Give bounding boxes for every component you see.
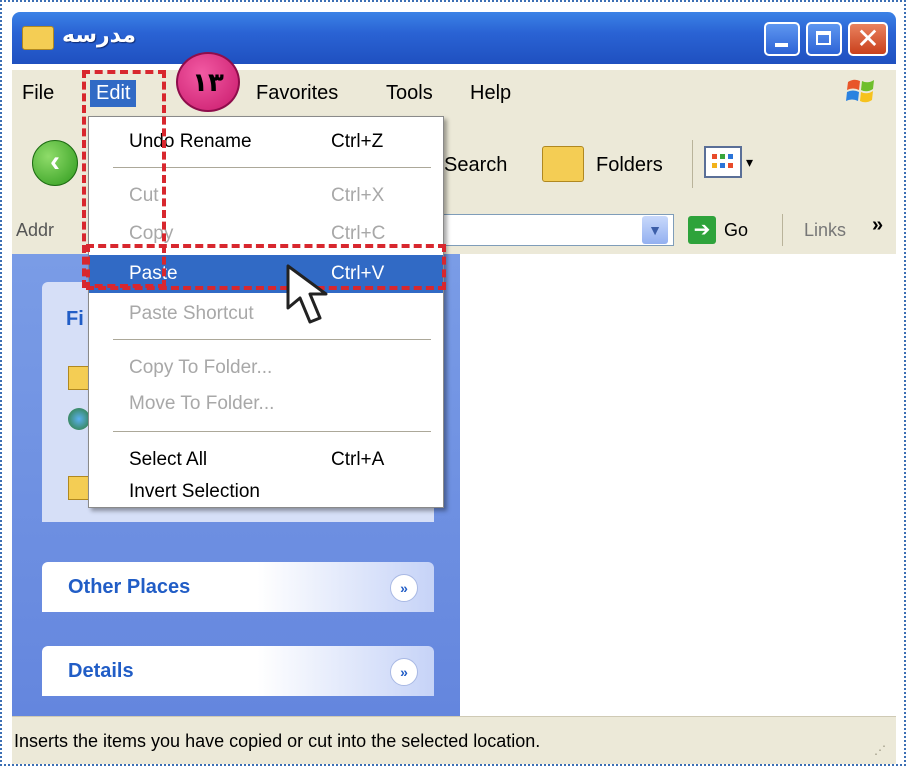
step-number-badge: ۱۳ <box>176 52 240 112</box>
close-icon: ✕ <box>856 23 880 54</box>
status-bar: Inserts the items you have copied or cut… <box>12 716 896 764</box>
paste-highlight-box <box>86 244 446 290</box>
menu-item-paste-shortcut[interactable]: Paste Shortcut <box>89 295 443 333</box>
views-icon[interactable] <box>704 146 742 178</box>
links-separator <box>782 214 783 246</box>
details-title[interactable]: Details <box>68 660 134 683</box>
search-button[interactable]: Search <box>444 154 507 177</box>
toolbar-separator <box>692 140 693 188</box>
expand-chevron-icon[interactable]: » <box>390 574 418 602</box>
status-text: Inserts the items you have copied or cut… <box>14 731 541 751</box>
file-tasks-heading[interactable]: Fi <box>66 308 84 331</box>
menu-favorites[interactable]: Favorites <box>250 80 344 107</box>
back-button[interactable]: ‹ <box>32 140 78 186</box>
menu-item-shortcut: Ctrl+A <box>331 449 385 470</box>
menu-item-shortcut: Ctrl+Z <box>331 131 384 152</box>
views-dropdown-icon[interactable]: ▾ <box>746 154 753 171</box>
menu-item-label: Invert Selection <box>129 481 260 502</box>
menu-item-label: Copy To Folder... <box>129 357 273 378</box>
mouse-cursor-icon <box>286 264 328 324</box>
other-places-panel[interactable]: Other Places » <box>42 562 434 612</box>
maximize-button[interactable] <box>806 22 842 56</box>
windows-logo-icon <box>846 79 874 103</box>
links-chevron-icon[interactable]: » <box>872 214 883 237</box>
other-places-title[interactable]: Other Places <box>68 576 190 599</box>
menu-file[interactable]: File <box>16 80 60 107</box>
close-button[interactable]: ✕ <box>848 22 888 56</box>
resize-grip-icon[interactable]: ⋰ <box>874 743 886 757</box>
menu-item-move-to-folder[interactable]: Move To Folder... <box>89 385 443 423</box>
explorer-window: مدرسه ✕ File Edit Favorites Tools Help ‹… <box>12 12 896 764</box>
folder-icon <box>22 26 54 50</box>
go-button[interactable]: Go <box>724 220 748 241</box>
expand-chevron-icon[interactable]: » <box>390 658 418 686</box>
menu-separator <box>113 431 431 432</box>
menu-item-copy-to-folder[interactable]: Copy To Folder... <box>89 349 443 387</box>
menu-item-label: Select All <box>129 449 208 470</box>
menu-tools[interactable]: Tools <box>380 80 439 107</box>
menu-help[interactable]: Help <box>464 80 517 107</box>
menu-separator <box>113 339 431 340</box>
address-dropdown-icon[interactable]: ▼ <box>642 216 668 244</box>
menu-item-shortcut: Ctrl+C <box>331 223 386 244</box>
window-title: مدرسه <box>62 22 136 47</box>
details-panel[interactable]: Details » <box>42 646 434 696</box>
file-view-area[interactable] <box>460 254 896 716</box>
folders-icon[interactable] <box>542 146 584 182</box>
address-label: Addr <box>16 220 55 240</box>
menu-item-shortcut: Ctrl+X <box>331 185 385 206</box>
menu-item-invert-selection[interactable]: Invert Selection <box>89 473 443 511</box>
minimize-icon <box>775 43 788 47</box>
menu-item-label: Move To Folder... <box>129 393 275 414</box>
title-bar[interactable]: مدرسه ✕ <box>12 12 896 64</box>
minimize-button[interactable] <box>764 22 800 56</box>
maximize-icon <box>816 31 831 45</box>
go-arrow-icon[interactable]: ➔ <box>688 216 716 244</box>
globe-icon <box>68 408 90 430</box>
menu-item-label: Paste Shortcut <box>129 303 254 324</box>
links-button[interactable]: Links <box>804 220 846 241</box>
folders-button[interactable]: Folders <box>596 154 663 177</box>
